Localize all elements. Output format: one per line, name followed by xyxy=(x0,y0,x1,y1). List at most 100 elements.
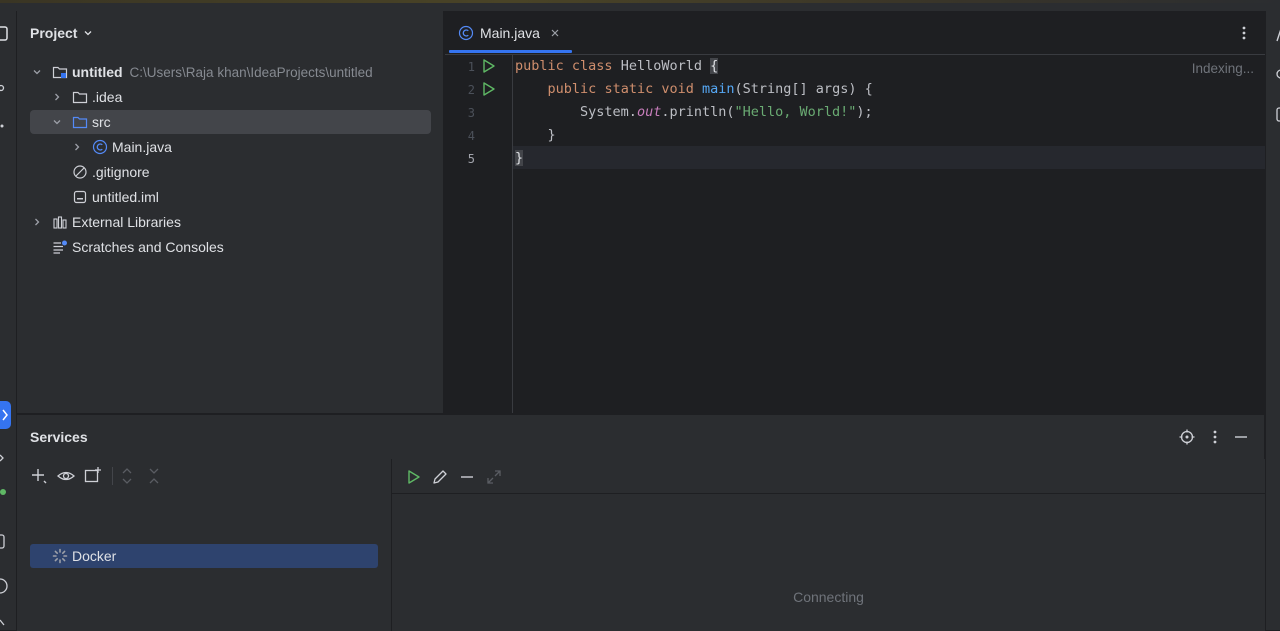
chevron-down-icon[interactable] xyxy=(30,65,44,79)
tree-item-external-libraries[interactable]: External Libraries xyxy=(30,210,431,234)
title-bar xyxy=(0,0,1280,11)
active-tab-indicator xyxy=(449,50,572,53)
expand-all-icon[interactable] xyxy=(120,467,134,485)
method-name: main xyxy=(702,81,735,97)
keyword: void xyxy=(661,81,694,97)
services-tree-pane: Docker xyxy=(17,459,390,631)
terminal-tool-icon[interactable] xyxy=(0,451,10,465)
folder-icon xyxy=(72,89,88,105)
editor-tab-bar: Main.java xyxy=(445,11,1265,55)
code-text: System. xyxy=(580,104,637,120)
code-text: ); xyxy=(856,104,873,120)
source-folder-icon xyxy=(72,114,88,130)
tree-item-label: .idea xyxy=(92,89,123,105)
services-title: Services xyxy=(30,429,88,445)
project-panel-title: Project xyxy=(30,25,78,41)
eye-icon[interactable] xyxy=(57,467,75,485)
project-path: C:\Users\Raja khan\IdeaProjects\untitled xyxy=(129,64,373,80)
code-line-4[interactable]: } xyxy=(515,124,556,146)
code-line-5[interactable]: } xyxy=(515,147,524,169)
collapse-all-icon[interactable] xyxy=(147,467,161,485)
line-number: 2 xyxy=(467,83,475,97)
keyword: public xyxy=(515,58,564,74)
current-line-highlight xyxy=(513,146,1265,169)
tree-item-label: External Libraries xyxy=(72,214,181,230)
editor-options-icon[interactable] xyxy=(1239,25,1249,41)
line-number: 5 xyxy=(467,152,475,166)
static-field: out xyxy=(636,104,662,120)
tree-item-label: untitled.iml xyxy=(92,189,159,205)
more-tools-icon[interactable] xyxy=(0,119,10,133)
tree-item-label: Main.java xyxy=(112,139,172,155)
left-tool-strip xyxy=(0,11,17,630)
services-options-icon[interactable] xyxy=(1210,429,1220,445)
tree-item-idea[interactable]: .idea xyxy=(50,85,431,109)
open-in-window-icon[interactable] xyxy=(486,469,502,485)
status-dot-icon xyxy=(0,487,10,497)
locate-icon[interactable] xyxy=(1179,429,1195,445)
remove-icon[interactable] xyxy=(459,469,475,485)
add-service-icon[interactable] xyxy=(30,467,48,485)
ignore-file-icon xyxy=(72,164,88,180)
code-text: } xyxy=(547,127,556,143)
tab-label: Main.java xyxy=(480,25,540,41)
code-text: (String[] args) { xyxy=(734,81,873,97)
tree-item-src[interactable]: src xyxy=(30,110,431,134)
keyword: public xyxy=(547,81,597,97)
matched-brace: } xyxy=(515,150,524,166)
scratches-icon xyxy=(52,239,68,255)
project-view-dropdown[interactable]: Project xyxy=(30,25,93,41)
chevron-right-icon[interactable] xyxy=(30,215,44,229)
string-literal: "Hello, World!" xyxy=(734,104,857,120)
run-class-icon[interactable] xyxy=(482,58,496,74)
tree-item-untitled-iml[interactable]: untitled.iml xyxy=(72,185,431,209)
tree-item-untitled[interactable]: untitled C:\Users\Raja khan\IdeaProjects… xyxy=(30,60,431,84)
chevron-down-icon xyxy=(85,31,92,36)
services-tool-icon[interactable] xyxy=(0,401,12,429)
minimize-icon[interactable] xyxy=(1234,429,1248,445)
close-tab-icon[interactable] xyxy=(550,28,560,38)
connection-status: Connecting xyxy=(793,589,864,605)
loading-spinner-icon xyxy=(52,548,68,564)
tree-item-label: untitled xyxy=(72,64,123,80)
service-item-docker[interactable]: Docker xyxy=(30,544,378,568)
git-tool-icon[interactable] xyxy=(0,577,10,595)
toolbar-divider xyxy=(392,493,1265,494)
notifications-icon[interactable] xyxy=(1276,25,1280,45)
todo-tool-icon[interactable] xyxy=(0,617,10,631)
module-folder-icon xyxy=(52,64,68,80)
new-group-icon[interactable] xyxy=(84,466,102,484)
code-line-2[interactable]: public static void main(String[] args) { xyxy=(515,78,873,100)
chevron-right-icon[interactable] xyxy=(70,140,84,154)
code-line-1[interactable]: public class HelloWorld { xyxy=(515,55,719,77)
tree-item-gitignore[interactable]: .gitignore xyxy=(72,160,431,184)
keyword: class xyxy=(571,58,613,74)
edit-icon[interactable] xyxy=(432,469,448,485)
java-class-icon xyxy=(92,139,108,155)
class-name: HelloWorld xyxy=(620,58,702,74)
run-main-icon[interactable] xyxy=(482,81,496,97)
tree-item-label: .gitignore xyxy=(92,164,150,180)
services-tool-window: Services Docker Connecting xyxy=(17,414,1265,631)
toolbar-divider xyxy=(112,467,113,485)
line-number: 3 xyxy=(467,106,475,120)
library-icon xyxy=(52,214,68,230)
run-icon[interactable] xyxy=(406,469,422,485)
project-tool-window: Project untitled C:\Users\Raja khan\Idea… xyxy=(17,11,443,413)
project-tool-icon[interactable] xyxy=(0,25,10,43)
service-item-label: Docker xyxy=(72,548,117,564)
database-icon[interactable] xyxy=(1276,106,1280,124)
tree-item-main-java[interactable]: Main.java xyxy=(70,135,431,159)
problems-tool-icon[interactable] xyxy=(0,533,10,551)
tab-main-java[interactable]: Main.java xyxy=(458,21,560,45)
code-text: .println( xyxy=(661,104,735,120)
chevron-right-icon[interactable] xyxy=(50,90,64,104)
tree-item-label: Scratches and Consoles xyxy=(72,239,224,255)
indexing-status: Indexing... xyxy=(1191,61,1254,76)
ai-assistant-icon[interactable] xyxy=(1275,66,1280,82)
tree-item-scratches[interactable]: Scratches and Consoles xyxy=(52,235,431,259)
line-number: 1 xyxy=(467,60,475,74)
chevron-down-icon[interactable] xyxy=(50,115,64,129)
code-line-3[interactable]: System.out.println("Hello, World!"); xyxy=(515,101,873,123)
commit-tool-icon[interactable] xyxy=(0,81,10,95)
